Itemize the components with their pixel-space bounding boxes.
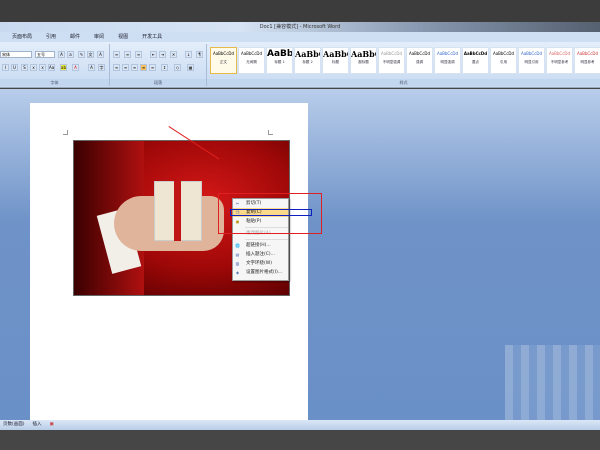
ribbon: 宋体 五号 A a ✎ 文 A I U S x x Aa ab A A 字 字体… bbox=[0, 42, 600, 88]
title-bar: Doc1 [兼容模式] - Microsoft Word bbox=[0, 22, 600, 32]
link-icon: 🌐 bbox=[235, 243, 240, 248]
grow-font-icon[interactable]: A bbox=[58, 51, 65, 58]
style-heading-1[interactable]: AaBb 标题 1 bbox=[266, 47, 293, 74]
tab-view[interactable]: 视图 bbox=[118, 32, 128, 42]
paragraph-group-label: 段落 bbox=[110, 79, 206, 86]
style-no-spacing[interactable]: AaBbCcDd 无间隔 bbox=[238, 47, 265, 74]
phonetic-icon[interactable]: 文 bbox=[87, 51, 94, 58]
shrink-font-icon[interactable]: a bbox=[67, 51, 74, 58]
style-title[interactable]: AaBbC标题 bbox=[322, 47, 349, 74]
styles-group: AaBbCcDd正文 AaBbCcDd无间隔 AaBb标题 1 AaBbC标题 … bbox=[207, 44, 600, 86]
tab-review[interactable]: 审阅 bbox=[94, 32, 104, 42]
style-strong[interactable]: AaBbCcDd 要点 bbox=[462, 47, 489, 74]
align-center-icon[interactable]: ≡ bbox=[122, 64, 129, 71]
margin-corner-mark bbox=[268, 130, 273, 135]
underline-icon[interactable]: U bbox=[11, 64, 18, 71]
macro-record-icon[interactable]: ▣ bbox=[50, 420, 54, 430]
chinese-layout-icon[interactable]: ✕ bbox=[170, 51, 177, 58]
font-size-select[interactable]: 五号 bbox=[35, 51, 55, 58]
paragraph-group: ≡ ≡ ≡ ⇤ ⇥ ✕ ↓ ¶ ≡ ≡ ≡ ≡ ≡ ↕ ◇ ▦ 段落 bbox=[110, 44, 207, 86]
styles-group-label: 样式 bbox=[207, 79, 600, 86]
wrap-icon: ▥ bbox=[235, 261, 240, 266]
italic-icon[interactable]: I bbox=[2, 64, 9, 71]
numbering-icon[interactable]: ≡ bbox=[124, 51, 131, 58]
window-title: Doc1 [兼容模式] - Microsoft Word bbox=[259, 24, 341, 30]
menu-separator bbox=[245, 239, 288, 240]
subscript-icon[interactable]: x bbox=[30, 64, 37, 71]
format-picture-icon: ◈ bbox=[235, 270, 240, 275]
align-left-icon[interactable]: ≡ bbox=[113, 64, 120, 71]
increase-indent-icon[interactable]: ⇥ bbox=[159, 51, 166, 58]
caption-icon: ▤ bbox=[235, 252, 240, 257]
tab-page-layout[interactable]: 页面布局 bbox=[12, 32, 32, 42]
decrease-indent-icon[interactable]: ⇤ bbox=[150, 51, 157, 58]
strikethrough-icon[interactable]: S bbox=[21, 64, 28, 71]
distributed-icon[interactable]: ≡ bbox=[149, 64, 156, 71]
borders-icon[interactable]: ▦ bbox=[187, 64, 194, 71]
ribbon-tabs: 页面布局 引用 邮件 审阅 视图 开发工具 bbox=[0, 32, 600, 42]
menu-item-text-wrap[interactable]: ▥ 文字环绕(W) bbox=[233, 259, 288, 268]
style-intense-reference[interactable]: AaBbCcDd 明显参考 bbox=[574, 47, 600, 74]
sort-icon[interactable]: ↓ bbox=[185, 51, 192, 58]
style-heading-2[interactable]: AaBbC标题 2 bbox=[294, 47, 321, 74]
menu-item-format-picture[interactable]: ◈ 设置图片格式(I)... bbox=[233, 268, 288, 277]
status-insert-mode[interactable]: 插入 bbox=[33, 420, 42, 430]
picture-ribbon bbox=[174, 181, 181, 241]
style-subtle-emphasis[interactable]: AaBbCcDd 不明显强调 bbox=[378, 47, 405, 74]
clear-format-icon[interactable]: ✎ bbox=[78, 51, 85, 58]
tab-references[interactable]: 引用 bbox=[46, 32, 56, 42]
tab-developer[interactable]: 开发工具 bbox=[142, 32, 162, 42]
char-shading-icon[interactable]: A bbox=[88, 64, 95, 71]
margin-corner-mark bbox=[63, 130, 68, 135]
style-intense-emphasis[interactable]: AaBbCcDd 明显强调 bbox=[434, 47, 461, 74]
font-group: 宋体 五号 A a ✎ 文 A I U S x x Aa ab A A 字 字体 bbox=[0, 44, 110, 86]
line-spacing-icon[interactable]: ↕ bbox=[161, 64, 168, 71]
style-normal[interactable]: AaBbCcDd 正文 bbox=[210, 47, 237, 74]
style-subtitle[interactable]: AaBbC副标题 bbox=[350, 47, 377, 74]
char-border-icon[interactable]: A bbox=[97, 51, 104, 58]
status-page[interactable]: 页数(画面) bbox=[3, 420, 25, 430]
watermark bbox=[505, 345, 600, 425]
enclose-char-icon[interactable]: 字 bbox=[98, 64, 105, 71]
show-marks-icon[interactable]: ¶ bbox=[196, 51, 203, 58]
menu-item-hyperlink[interactable]: 🌐 超链接(H)... bbox=[233, 241, 288, 250]
change-case-icon[interactable]: Aa bbox=[48, 64, 55, 71]
status-bar: 页数(画面) 插入 ▣ bbox=[0, 420, 600, 430]
font-color-icon[interactable]: A bbox=[72, 64, 79, 71]
align-right-icon[interactable]: ≡ bbox=[131, 64, 138, 71]
top-bar bbox=[0, 0, 600, 22]
justify-icon[interactable]: ≡ bbox=[140, 64, 147, 71]
annotation-blue-box bbox=[230, 209, 312, 216]
font-name-select[interactable]: 宋体 bbox=[0, 51, 32, 58]
menu-item-insert-caption[interactable]: ▤ 插入题注(C)... bbox=[233, 250, 288, 259]
highlight-icon[interactable]: ab bbox=[60, 64, 67, 71]
superscript-icon[interactable]: x bbox=[39, 64, 46, 71]
style-quote[interactable]: AaBbCcDd 引用 bbox=[490, 47, 517, 74]
style-intense-quote[interactable]: AaBbCcDd 明显引用 bbox=[518, 47, 545, 74]
style-subtle-reference[interactable]: AaBbCcDd 不明显参考 bbox=[546, 47, 573, 74]
style-emphasis[interactable]: AaBbCcDd 强调 bbox=[406, 47, 433, 74]
font-group-label: 字体 bbox=[0, 79, 109, 86]
bullets-icon[interactable]: ≡ bbox=[113, 51, 120, 58]
tab-mailings[interactable]: 邮件 bbox=[70, 32, 80, 42]
multilevel-list-icon[interactable]: ≡ bbox=[135, 51, 142, 58]
shading-icon[interactable]: ◇ bbox=[174, 64, 181, 71]
